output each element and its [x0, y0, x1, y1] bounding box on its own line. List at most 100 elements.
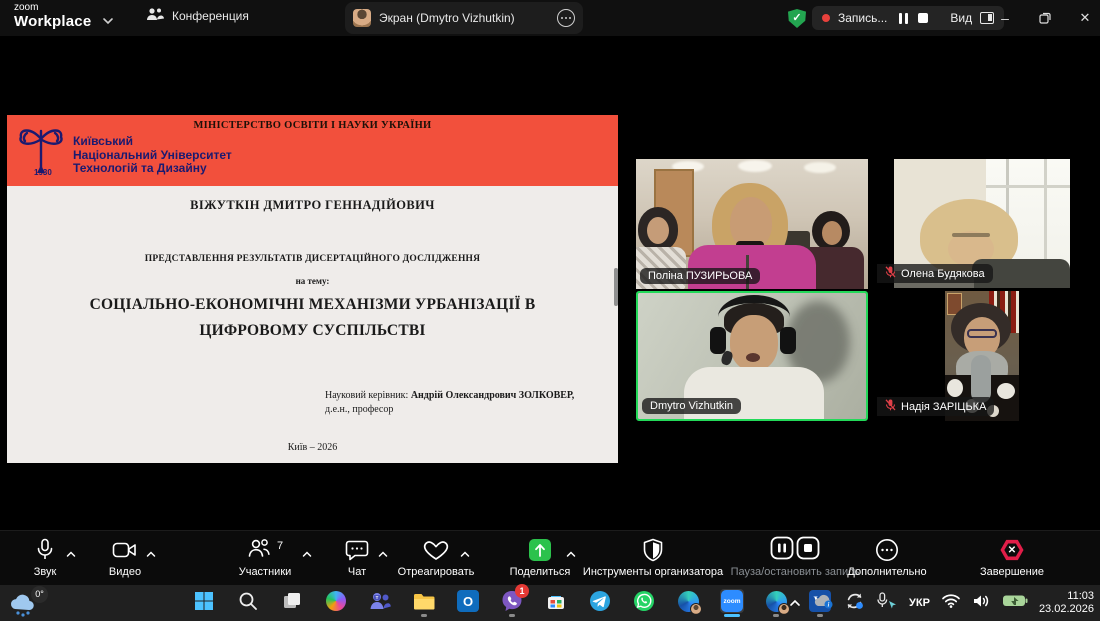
window-title-bar: zoom Workplace Конференция Экран (Dmytro… — [0, 0, 1100, 36]
tab-more-options-icon[interactable] — [557, 9, 575, 27]
more-label: Дополнительно — [847, 566, 926, 578]
outlook-icon[interactable]: O — [456, 589, 480, 613]
video-tile-polina[interactable]: Поліна ПУЗИРЬОВА — [636, 159, 868, 289]
avatar — [353, 9, 371, 27]
pause-recording-icon — [770, 536, 794, 565]
dissertation-title: СОЦІАЛЬНО-ЕКОНОМІЧНІ МЕХАНІЗМИ УРБАНІЗАЦ… — [7, 292, 618, 344]
participant-name: Надія ЗАРІЦЬКА — [901, 401, 986, 413]
recording-label: Запись... — [838, 11, 887, 25]
chat-chevron-icon[interactable] — [378, 545, 388, 563]
participant-name-tag: Надія ЗАРІЦЬКА — [877, 397, 994, 416]
video-label: Видео — [109, 566, 141, 578]
tab-screen-share[interactable]: Экран (Dmytro Vizhutkin) — [345, 2, 583, 34]
participant-name: Dmytro Vizhutkin — [650, 400, 733, 412]
more-ellipsis-icon — [875, 537, 899, 563]
teams-icon[interactable]: T — [368, 589, 392, 613]
university-founding-year: 1930 — [34, 168, 52, 177]
sync-icon[interactable] — [845, 592, 865, 615]
participants-label: Участники — [239, 566, 292, 578]
onedrive-icon[interactable]: i — [812, 593, 834, 614]
host-tools-button[interactable]: Инструменты организатора — [584, 537, 722, 578]
chevron-down-icon[interactable] — [102, 12, 114, 30]
close-button[interactable]: ✕ — [1070, 0, 1100, 36]
search-icon[interactable] — [236, 589, 260, 613]
video-chevron-icon[interactable] — [146, 545, 156, 563]
ministry-title: МІНІСТЕРСТВО ОСВІТИ І НАУКИ УКРАЇНИ — [7, 120, 618, 131]
pause-recording-icon[interactable] — [899, 13, 908, 24]
record-dot-icon — [822, 14, 830, 22]
windows-taskbar: 0° T O — [0, 585, 1100, 621]
host-tools-shield-icon — [642, 537, 664, 563]
participants-chevron-icon[interactable] — [302, 545, 312, 563]
security-shield-icon[interactable]: ✓ — [788, 9, 806, 28]
tab-screen-label: Экран (Dmytro Vizhutkin) — [379, 11, 549, 25]
stop-recording-icon[interactable] — [918, 13, 928, 23]
heart-icon — [423, 537, 449, 563]
telegram-icon[interactable] — [588, 589, 612, 613]
tab-conference[interactable]: Конференция — [146, 6, 249, 25]
taskbar-clock[interactable]: 11:03 23.02.2026 — [1039, 590, 1094, 616]
camera-icon — [112, 537, 138, 563]
react-chevron-icon[interactable] — [460, 545, 470, 563]
wifi-icon[interactable] — [941, 593, 961, 613]
mic-muted-icon — [885, 266, 896, 281]
maximize-button[interactable] — [1030, 0, 1060, 36]
temperature-badge: 0° — [31, 586, 48, 603]
end-meeting-icon: ✕ — [1000, 539, 1024, 561]
mic-location-icon[interactable] — [876, 592, 898, 615]
edge-profile-icon[interactable] — [764, 589, 788, 613]
volume-icon[interactable] — [972, 593, 991, 614]
stop-recording-icon — [796, 536, 820, 565]
taskbar-app-icons: T O 1 — [192, 589, 832, 613]
chat-icon — [345, 537, 369, 563]
share-screen-icon — [529, 539, 551, 561]
participants-icon — [247, 537, 271, 564]
chat-button[interactable]: Чат — [330, 537, 384, 578]
slide-header-banner: МІНІСТЕРСТВО ОСВІТИ І НАУКИ УКРАЇНИ 19 — [7, 115, 618, 186]
slide-footer: Київ – 2026 — [7, 442, 618, 453]
end-meeting-button[interactable]: ✕ Завершение — [966, 537, 1058, 578]
taskbar-weather-widget[interactable]: 0° — [8, 588, 48, 618]
zoom-app-icon[interactable]: zoom — [720, 589, 744, 613]
tray-chevron-up-icon[interactable] — [789, 594, 801, 612]
recording-indicator: Запись... Вид — [812, 6, 1004, 30]
audio-label: Звук — [34, 566, 57, 578]
video-tile-olena[interactable]: Олена Будякова — [877, 159, 1070, 288]
audio-chevron-icon[interactable] — [66, 545, 76, 563]
meeting-toolbar: Звук Видео 7 Участники Чат — [0, 530, 1100, 585]
scrollbar-thumb[interactable] — [614, 268, 618, 306]
meeting-content-area: МІНІСТЕРСТВО ОСВІТИ І НАУКИ УКРАЇНИ 19 — [0, 36, 1100, 530]
start-button[interactable] — [192, 589, 216, 613]
task-view-icon[interactable] — [280, 589, 304, 613]
file-explorer-icon[interactable] — [412, 589, 436, 613]
battery-icon[interactable] — [1002, 593, 1028, 613]
microsoft-store-icon[interactable] — [544, 589, 568, 613]
share-chevron-icon[interactable] — [566, 545, 576, 563]
video-tile-dmytro-active-speaker[interactable]: Dmytro Vizhutkin — [636, 291, 868, 421]
view-label[interactable]: Вид — [950, 11, 972, 25]
mic-muted-icon — [885, 399, 896, 414]
chat-label: Чат — [348, 566, 366, 578]
edge-browser-icon[interactable] — [676, 589, 700, 613]
copilot-icon[interactable] — [324, 589, 348, 613]
viber-notification-badge: 1 — [515, 584, 529, 598]
slide-subtitle: ПРЕДСТАВЛЕННЯ РЕЗУЛЬТАТІВ ДИСЕРТАЦІЙНОГО… — [7, 254, 618, 264]
brand-zoom: zoom — [14, 3, 91, 13]
zoom-meeting-window: zoom Workplace Конференция Экран (Dmytro… — [0, 0, 1100, 621]
shared-screen-slide: МІНІСТЕРСТВО ОСВІТИ І НАУКИ УКРАЇНИ 19 — [7, 115, 618, 463]
university-name: Київський Національний Університет Техно… — [73, 135, 232, 176]
whatsapp-icon[interactable] — [632, 589, 656, 613]
brand-workplace: Workplace — [14, 14, 91, 29]
slide-topic-label: на тему: — [7, 276, 618, 286]
viber-icon[interactable]: 1 — [500, 589, 524, 613]
participants-button[interactable]: 7 Участники — [226, 537, 304, 578]
microphone-icon — [35, 537, 55, 563]
participant-name-tag: Поліна ПУЗИРЬОВА — [640, 268, 760, 284]
video-tile-nadiia[interactable]: Надія ЗАРІЦЬКА — [877, 291, 1070, 421]
react-label: Отреагировать — [398, 566, 475, 578]
participant-name: Поліна ПУЗИРЬОВА — [648, 270, 752, 282]
more-button[interactable]: Дополнительно — [838, 537, 936, 578]
supervisor-block: Науковий керівник: Андрій Олександрович … — [325, 389, 597, 417]
minimize-button[interactable]: – — [990, 0, 1020, 36]
language-indicator[interactable]: УКР — [909, 597, 930, 609]
